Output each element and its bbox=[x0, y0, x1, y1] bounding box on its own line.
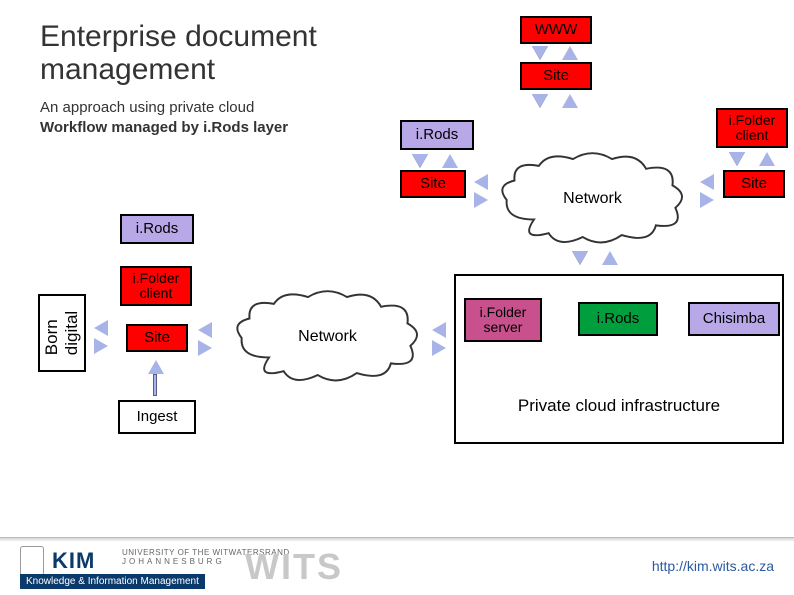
site-box-left: Site bbox=[126, 324, 188, 352]
footer-url[interactable]: http://kim.wits.ac.za bbox=[652, 558, 774, 574]
ifolder-client-box-left: i.Folderclient bbox=[120, 266, 192, 306]
born-digital-box: Borndigital bbox=[38, 294, 86, 372]
irods-label: i.Rods bbox=[416, 127, 459, 144]
ifolder-client-label: i.Folderclient bbox=[133, 271, 180, 302]
site-box-mid: Site bbox=[400, 170, 466, 198]
ingest-box: Ingest bbox=[118, 400, 196, 434]
city-label: JOHANNESBURG bbox=[122, 557, 225, 566]
subtitle-line2: Workflow managed by i.Rods layer bbox=[40, 119, 288, 136]
footer-tagline: Knowledge & Information Management bbox=[20, 574, 205, 589]
private-cloud-label: Private cloud infrastructure bbox=[456, 396, 782, 416]
page-subtitle: An approach using private cloud Workflow… bbox=[40, 98, 288, 137]
chisimba-box: Chisimba bbox=[688, 302, 780, 336]
ifolder-server-label: i.Folderserver bbox=[480, 305, 527, 336]
chisimba-label: Chisimba bbox=[703, 311, 766, 328]
network-label: Network bbox=[230, 328, 425, 346]
ifolder-server-box: i.Folderserver bbox=[464, 298, 542, 342]
title-line1: Enterprise document bbox=[40, 20, 317, 53]
site-label: Site bbox=[420, 176, 446, 193]
crest-icon bbox=[20, 546, 44, 576]
irods-label: i.Rods bbox=[136, 221, 179, 238]
site-label: Site bbox=[741, 176, 767, 193]
page-title: Enterprise document management bbox=[40, 20, 317, 86]
ifolder-client-box: i.Folderclient bbox=[716, 108, 788, 148]
irods-box-green: i.Rods bbox=[578, 302, 658, 336]
title-line2: management bbox=[40, 53, 215, 86]
www-label: WWW bbox=[535, 22, 577, 39]
subtitle-line1: An approach using private cloud bbox=[40, 99, 254, 116]
site-label: Site bbox=[144, 330, 170, 347]
irods-box-left: i.Rods bbox=[120, 214, 194, 244]
irods-box: i.Rods bbox=[400, 120, 474, 150]
arrow-shaft bbox=[153, 374, 157, 396]
ifolder-client-label: i.Folderclient bbox=[729, 113, 776, 144]
network-cloud-left: Network bbox=[230, 288, 425, 388]
ingest-label: Ingest bbox=[137, 409, 178, 426]
network-cloud-top: Network bbox=[495, 150, 690, 250]
footer-wits: WITS bbox=[245, 546, 343, 588]
kim-text: KIM bbox=[52, 548, 95, 574]
www-box: WWW bbox=[520, 16, 592, 44]
site-box-right: Site bbox=[723, 170, 785, 198]
footer-brand: KIM bbox=[20, 546, 95, 576]
site-label: Site bbox=[543, 68, 569, 85]
irods-label: i.Rods bbox=[597, 311, 640, 328]
network-label: Network bbox=[495, 190, 690, 208]
born-digital-label: Borndigital bbox=[42, 311, 82, 355]
site-box-top: Site bbox=[520, 62, 592, 90]
footer: KIM UNIVERSITY OF THE WITWATERSRAND JOHA… bbox=[0, 537, 794, 595]
